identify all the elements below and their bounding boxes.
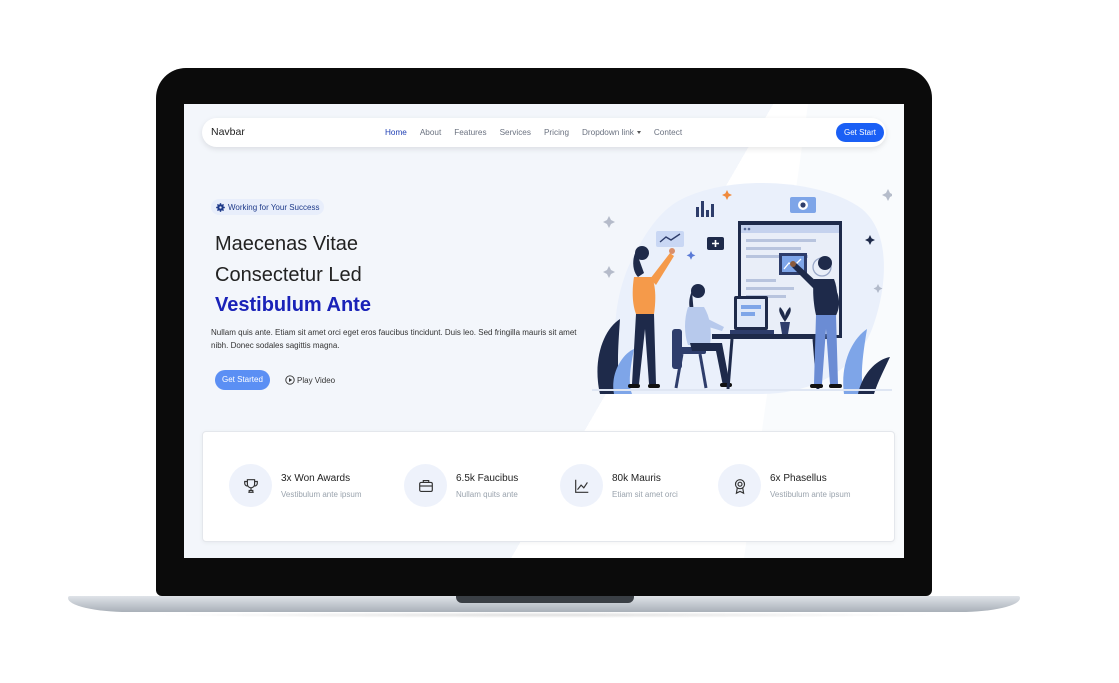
trophy-icon	[243, 478, 258, 493]
nav-link-contact[interactable]: Contect	[654, 128, 682, 137]
hero-title-line3: Vestibulum Ante	[215, 294, 371, 316]
nav-link-dropdown[interactable]: Dropdown link	[582, 128, 641, 137]
navbar: Navbar Home About Features Services Pric…	[202, 118, 886, 147]
chart-line-icon	[574, 479, 588, 493]
nav-link-pricing[interactable]: Pricing	[544, 128, 569, 137]
stats-card: 3x Won Awards Vestibulum ante ipsum 6.5k…	[202, 431, 895, 542]
gear-icon	[216, 202, 225, 212]
stat-title: 6.5k Faucibus	[456, 473, 519, 484]
laptop-screen: Navbar Home About Features Services Pric…	[184, 104, 904, 558]
get-start-button[interactable]: Get Start	[835, 123, 884, 142]
stat-subtitle: Nullam quits ante	[456, 490, 518, 499]
play-video-label: Play Video	[297, 375, 336, 385]
stat-title: 80k Mauris	[612, 473, 661, 484]
stat-title: 6x Phasellus	[770, 473, 827, 484]
stat-subtitle: Vestibulum ante ipsum	[281, 490, 362, 499]
stat-subtitle: Etiam sit amet orci	[612, 490, 678, 499]
nav-link-services[interactable]: Services	[500, 128, 531, 137]
nav-link-features[interactable]: Features	[454, 128, 486, 137]
get-started-button[interactable]: Get Started	[215, 370, 270, 390]
team-illustration	[592, 182, 892, 394]
nav-link-home[interactable]: Home	[385, 128, 407, 137]
hero-description: Nullam quis ante. Etiam sit amet orci eg…	[211, 328, 577, 350]
nav-links: Home About Features Services Pricing Dro…	[385, 118, 695, 147]
chart-line-icon-wrap	[560, 464, 603, 507]
stat-title: 3x Won Awards	[281, 473, 351, 484]
hero-badge: Working for Your Success	[211, 199, 325, 215]
trophy-icon-wrap	[229, 464, 272, 507]
briefcase-icon	[418, 479, 433, 492]
navbar-brand[interactable]: Navbar	[211, 126, 245, 138]
play-video-link[interactable]: Play Video	[285, 375, 335, 385]
hero-title-line2: Consectetur Led	[215, 264, 362, 286]
play-circle-icon	[285, 375, 295, 385]
nav-link-dropdown-label: Dropdown link	[582, 128, 634, 137]
award-icon	[734, 478, 745, 494]
hero-title-line1: Maecenas Vitae	[215, 233, 359, 255]
award-icon-wrap	[718, 464, 761, 507]
laptop-shadow	[150, 612, 940, 618]
hero-badge-label: Working for Your Success	[228, 202, 320, 212]
nav-link-about[interactable]: About	[420, 128, 441, 137]
briefcase-icon-wrap	[404, 464, 447, 507]
caret-down-icon	[636, 131, 641, 135]
stat-subtitle: Vestibulum ante ipsum	[770, 490, 851, 499]
laptop-notch	[456, 596, 634, 603]
